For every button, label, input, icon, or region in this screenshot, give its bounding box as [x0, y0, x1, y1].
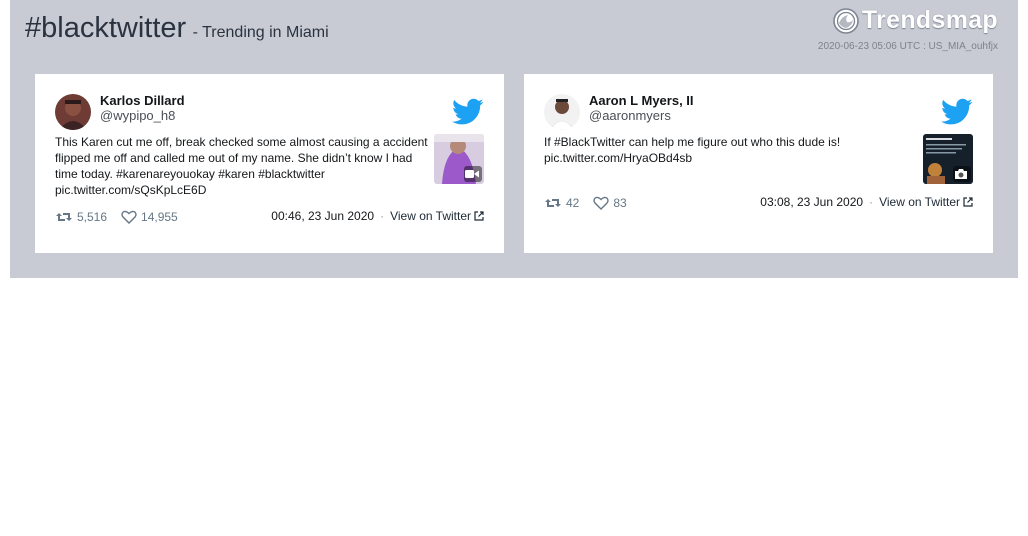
separator: ·: [380, 209, 385, 223]
retweet-icon: [56, 213, 72, 221]
heart-icon: [121, 210, 137, 224]
media-thumbnail[interactable]: [923, 134, 973, 184]
tweet-line: flipped me off and called me out of my n…: [55, 151, 413, 165]
tweet-timestamp[interactable]: 03:08, 23 Jun 2020: [760, 195, 863, 209]
tweet-footer: 03:08, 23 Jun 2020 · View on Twitter: [760, 195, 973, 209]
hashtag-title[interactable]: #blacktwitter: [25, 12, 186, 44]
retweet-stat[interactable]: 42: [544, 196, 579, 210]
avatar[interactable]: [55, 94, 91, 130]
author-name[interactable]: Karlos Dillard: [100, 94, 185, 108]
globe-logo-icon: [833, 7, 859, 34]
tweet-media-link[interactable]: pic.twitter.com/sQsKpLcE6D: [55, 182, 430, 198]
view-on-twitter-link[interactable]: View on Twitter: [390, 209, 484, 223]
author-name[interactable]: Aaron L Myers, II: [589, 94, 694, 108]
media-thumbnail[interactable]: [434, 134, 484, 184]
tweet-line: If #BlackTwitter can help me figure out …: [544, 135, 841, 149]
author-block: Karlos Dillard @wypipo_h8: [100, 94, 185, 124]
tweet-text: If #BlackTwitter can help me figure out …: [544, 134, 919, 166]
trend-panel: #blacktwitter - Trending in Miami Trends…: [10, 0, 1018, 278]
tweet-card: Aaron L Myers, II @aaronmyers If #BlackT…: [524, 74, 993, 253]
brand-name: Trendsmap: [861, 6, 998, 34]
tweet-card: Karlos Dillard @wypipo_h8 This Karen cut…: [35, 74, 504, 253]
headline: #blacktwitter - Trending in Miami: [25, 12, 329, 45]
tweet-line[interactable]: time today. #karenareyouokay #karen #bla…: [55, 166, 430, 182]
view-on-twitter-label: View on Twitter: [390, 209, 471, 223]
view-on-twitter-label: View on Twitter: [879, 195, 960, 209]
heart-icon: [593, 196, 610, 210]
tweet-timestamp[interactable]: 00:46, 23 Jun 2020: [271, 209, 374, 223]
external-link-icon: [963, 197, 973, 207]
separator: ·: [869, 195, 874, 209]
retweet-icon: [545, 199, 561, 207]
like-count: 83: [613, 196, 627, 210]
tweet-line: This Karen cut me off, break checked som…: [55, 135, 428, 149]
timestamp-location-code: 2020-06-23 05:06 UTC : US_MIA_ouhfjx: [817, 41, 998, 52]
like-stat[interactable]: 83: [593, 196, 627, 210]
tweet-text: This Karen cut me off, break checked som…: [55, 134, 430, 198]
retweet-count: 5,516: [77, 210, 108, 224]
twitter-bird-icon[interactable]: [452, 98, 484, 126]
view-on-twitter-link[interactable]: View on Twitter: [879, 195, 973, 209]
avatar[interactable]: [544, 94, 580, 130]
tweet-stats: 42 83: [544, 196, 641, 210]
like-stat[interactable]: 14,955: [121, 210, 178, 224]
author-block: Aaron L Myers, II @aaronmyers: [589, 94, 694, 124]
twitter-bird-icon[interactable]: [941, 98, 973, 126]
photo-camera-icon: [955, 169, 967, 179]
retweet-count: 42: [566, 196, 580, 210]
tweet-footer: 00:46, 23 Jun 2020 · View on Twitter: [271, 209, 484, 223]
video-camera-icon: [465, 170, 479, 178]
retweet-stat[interactable]: 5,516: [55, 210, 107, 224]
trending-location: - Trending in Miami: [192, 24, 329, 41]
tweet-stats: 5,516 14,955: [55, 210, 192, 224]
avatar-image: [55, 94, 91, 130]
trendsmap-logo[interactable]: Trendsmap: [832, 6, 998, 35]
author-handle[interactable]: @aaronmyers: [589, 108, 694, 124]
like-count: 14,955: [141, 210, 178, 224]
external-link-icon: [474, 211, 484, 221]
avatar-image: [544, 94, 580, 130]
tweet-media-link[interactable]: pic.twitter.com/HryaOBd4sb: [544, 150, 919, 166]
author-handle[interactable]: @wypipo_h8: [100, 108, 185, 124]
